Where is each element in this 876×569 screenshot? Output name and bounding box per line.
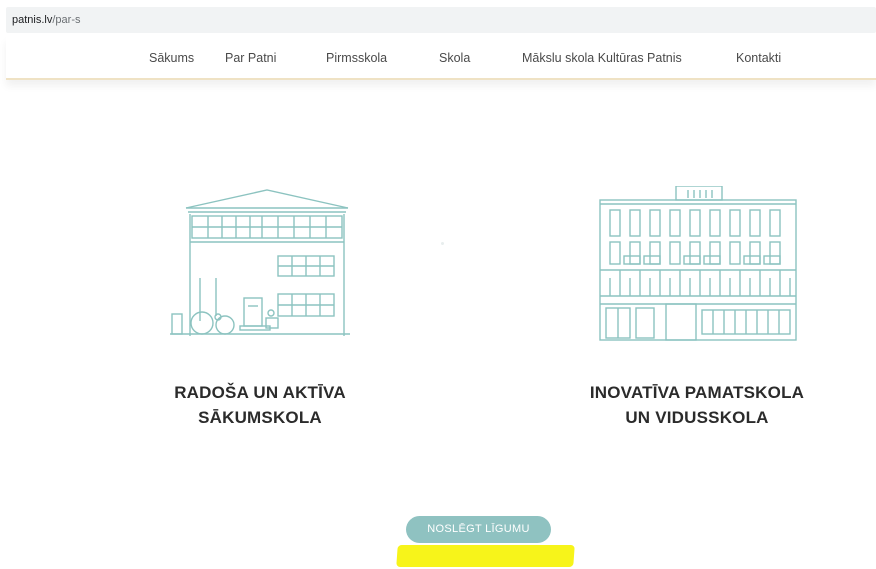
nav-item-sakums[interactable]: Sākums — [149, 51, 194, 65]
secondary-school-card[interactable] — [598, 186, 798, 342]
secondary-school-title-line2: UN VIDUSSKOLA — [625, 408, 769, 427]
nav-item-par-patni[interactable]: Par Patni — [225, 51, 276, 65]
secondary-school-title: INOVATĪVA PAMATSKOLA UN VIDUSSKOLA — [547, 380, 847, 430]
secondary-school-building-icon — [599, 186, 797, 341]
nav-item-pirmsskola[interactable]: Pirmsskola — [326, 51, 387, 65]
primary-school-title-line1: RADOŠA UN AKTĪVA — [174, 383, 346, 402]
primary-school-title: RADOŠA UN AKTĪVA SĀKUMSKOLA — [110, 380, 410, 430]
primary-school-title-line2: SĀKUMSKOLA — [198, 408, 322, 427]
url-path: /par-s — [52, 14, 81, 26]
main-navigation: Sākums Par Patni Pirmsskola Skola Mākslu… — [6, 36, 876, 80]
primary-school-card[interactable] — [170, 186, 350, 338]
address-bar[interactable]: patnis.lv/par-s — [6, 7, 876, 33]
secondary-school-title-line1: INOVATĪVA PAMATSKOLA — [589, 383, 805, 402]
primary-school-building-icon — [170, 189, 350, 336]
nav-item-kontakti[interactable]: Kontakti — [736, 51, 781, 65]
highlight-mark — [396, 545, 575, 567]
decorative-dot — [441, 242, 444, 245]
nav-item-makslu-skola[interactable]: Mākslu skola Kultūras Patnis — [522, 51, 682, 65]
url-domain: patnis.lv — [12, 14, 53, 26]
nav-item-skola[interactable]: Skola — [439, 51, 470, 65]
sign-contract-button[interactable]: NOSLĒGT LĪGUMU — [406, 516, 551, 543]
